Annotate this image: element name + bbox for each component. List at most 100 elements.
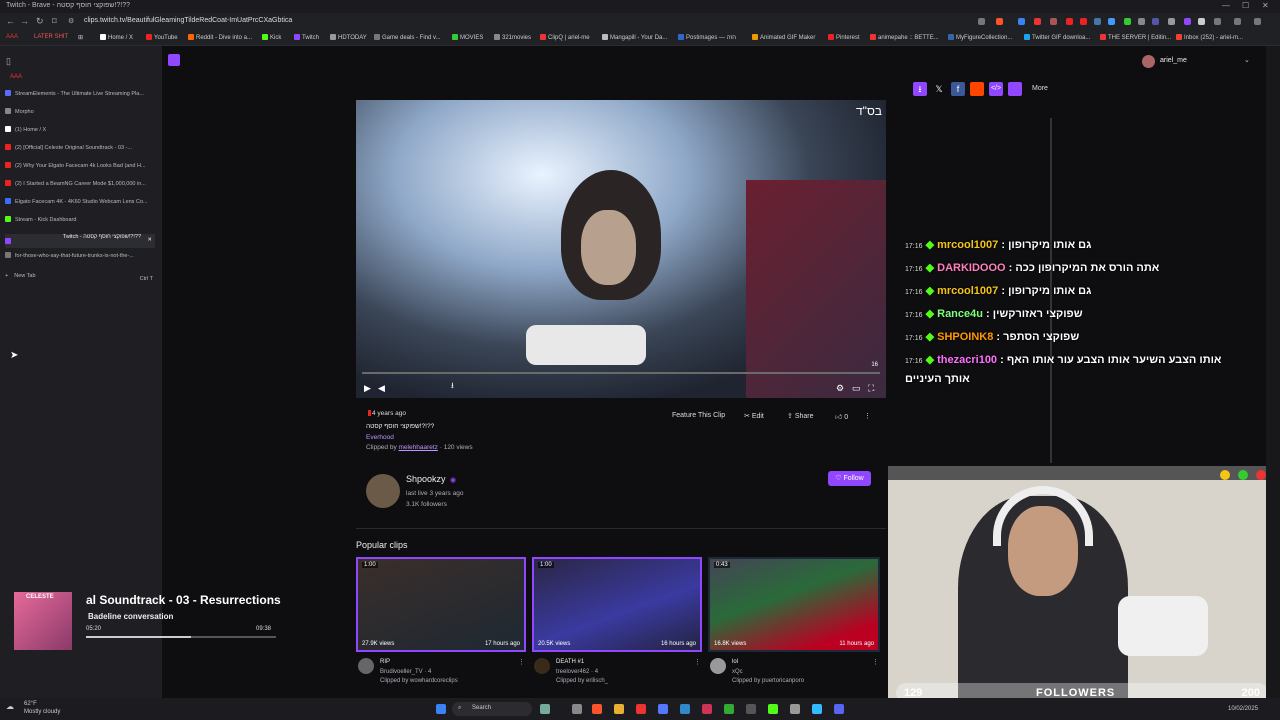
maximize-icon[interactable]: ☐ [1242, 1, 1249, 10]
tab-item[interactable]: (2) Why Your Elgato Facecam 4k Looks Bad… [5, 162, 155, 176]
bookmark-folder[interactable]: LATER SHIT [34, 34, 68, 40]
x-share-icon[interactable]: 𝕏 [932, 82, 946, 96]
extension-icon[interactable] [1066, 18, 1073, 25]
app-icon[interactable] [812, 704, 822, 714]
back-icon[interactable]: ← [6, 16, 15, 26]
file-explorer-icon[interactable] [614, 704, 624, 714]
tab-group-label[interactable]: AAA [10, 74, 22, 80]
more-options-icon[interactable]: ⋮ [518, 658, 525, 666]
embed-icon[interactable]: </> [989, 82, 1003, 96]
tab-item[interactable]: StreamElements - The Ultimate Live Strea… [5, 90, 155, 104]
extension-icon[interactable] [1018, 18, 1025, 25]
share-icon[interactable] [978, 18, 985, 25]
download-icon[interactable]: ⭳ [913, 82, 927, 96]
task-view-icon[interactable] [572, 704, 582, 714]
extension-icon[interactable] [1080, 18, 1087, 25]
close-icon[interactable]: ✕ [1262, 1, 1269, 10]
extension-icon[interactable] [1034, 18, 1041, 25]
app-icon[interactable] [746, 704, 756, 714]
sidebar-toggle-icon[interactable]: ▯ [6, 56, 11, 67]
tab-item-active[interactable]: Twitch - שפוקצי חוסף קסטה!?!?? ✕ [5, 234, 155, 248]
avatar[interactable] [534, 658, 550, 674]
bookmark-folder[interactable]: AAA [6, 34, 18, 40]
bookmark-link[interactable]: Home / X [108, 35, 133, 41]
tab-item[interactable]: (2) I Started a BeamNG Career Mode $1,00… [5, 180, 155, 194]
theater-icon[interactable]: ▭ [852, 383, 861, 394]
fullscreen-icon[interactable]: ⛶ [868, 383, 874, 394]
clip-title[interactable]: DEATH #1 [556, 659, 584, 665]
reddit-icon[interactable] [970, 82, 984, 96]
avatar[interactable] [710, 658, 726, 674]
app-icon[interactable] [724, 704, 734, 714]
clip-thumbnail[interactable]: 1:00 20.5K views 16 hours ago [532, 557, 702, 652]
brave-shields-icon[interactable] [996, 18, 1003, 25]
tab-item[interactable]: (1) Home / X [5, 126, 155, 140]
menu-icon[interactable] [1254, 18, 1261, 25]
volume-icon[interactable]: ◀ [378, 383, 385, 394]
avatar[interactable] [1142, 55, 1155, 68]
grid-icon[interactable]: ⊞ [78, 34, 83, 41]
bookmark-link[interactable]: Twitter GIF downloa... [1032, 35, 1090, 41]
tab-item[interactable]: Morpho [5, 108, 155, 122]
avatar[interactable] [358, 658, 374, 674]
search-box[interactable]: ⌕ Search [452, 702, 532, 716]
bookmark-link[interactable]: Animated GIF Maker [760, 35, 815, 41]
extension-icon[interactable] [1184, 18, 1191, 25]
user-name[interactable]: ariel_me [1160, 57, 1187, 64]
bookmark-link[interactable]: HDTODAY [338, 35, 367, 41]
widgets-icon[interactable] [540, 704, 550, 714]
clip-channel[interactable]: xQc [732, 669, 743, 675]
minimize-icon[interactable]: — [1222, 1, 1230, 10]
extension-icon[interactable] [1108, 18, 1115, 25]
discord-icon[interactable] [834, 704, 844, 714]
bookmark-link[interactable]: animepahe :: BETTE... [878, 35, 939, 41]
feature-clip-button[interactable]: Feature This Clip [672, 412, 725, 424]
category-link[interactable]: Everhood [366, 434, 394, 441]
bookmark-link[interactable]: Inbox (252) - ariel-m... [1184, 35, 1243, 41]
clip-thumbnail[interactable]: 0:43 16.8K views 11 hours ago [708, 557, 880, 652]
copy-link-icon[interactable] [1008, 82, 1022, 96]
app-icon[interactable] [658, 704, 668, 714]
close-tab-icon[interactable]: ✕ [147, 237, 152, 243]
like-button[interactable]: 👍︎ 0 [835, 412, 848, 424]
brave-icon[interactable] [592, 704, 602, 714]
edit-button[interactable]: ✂ Edit [744, 412, 764, 424]
wallet-icon[interactable] [1234, 18, 1241, 25]
bookmark-link[interactable]: Mangapill - Your Da... [610, 35, 667, 41]
more-options-icon[interactable]: ⋮ [872, 658, 879, 666]
new-tab-button[interactable]: + New Tab Ctrl T [5, 273, 155, 287]
bookmark-link[interactable]: MOVIES [460, 35, 483, 41]
video-player[interactable]: בס"ד 16 ▶ ◀ ⭳ ⚙ ▭ ⛶ [356, 100, 886, 398]
extension-icon[interactable] [1124, 18, 1131, 25]
app-icon[interactable] [680, 704, 690, 714]
bookmark-link[interactable]: Twitch [302, 35, 319, 41]
extension-icon[interactable] [1152, 18, 1159, 25]
settings-icon[interactable]: ⚙ [836, 383, 844, 394]
download-icon[interactable]: ⭳ [451, 380, 454, 394]
clip-title[interactable]: RIP [380, 659, 390, 665]
windows-start-icon[interactable] [436, 704, 446, 714]
tab-item[interactable]: Stream - Kick Dashboard [5, 216, 155, 230]
bookmark-link[interactable]: Kick [270, 35, 281, 41]
url-field[interactable]: clips.twitch.tv/BeautifulGleamingTildeRe… [84, 17, 292, 24]
twitch-logo-icon[interactable] [168, 54, 180, 66]
bookmark-link[interactable]: Postimages — הזה [686, 35, 736, 41]
app-icon[interactable] [702, 704, 712, 714]
avatar[interactable] [366, 474, 400, 508]
more-options-icon[interactable]: ⋮ [694, 658, 701, 666]
bookmark-page-icon[interactable]: ⌑ [52, 16, 57, 27]
extension-icon[interactable] [1198, 18, 1205, 25]
extension-icon[interactable] [1138, 18, 1145, 25]
bookmark-link[interactable]: YouTube [154, 35, 178, 41]
channel-name[interactable]: Shpookzy [406, 474, 446, 484]
clip-thumbnail[interactable]: 1:00 27.9K views 17 hours ago [356, 557, 526, 652]
clip-channel[interactable]: treelover462 [556, 669, 589, 675]
bookmark-link[interactable]: ClipQ | ariel-me [548, 35, 590, 41]
bookmark-link[interactable]: Game deals - Find v... [382, 35, 441, 41]
extension-icon[interactable] [1168, 18, 1175, 25]
tab-item[interactable]: for-those-who-say-that-future-trunks-is-… [5, 252, 155, 266]
more-button[interactable]: More [1032, 85, 1048, 92]
app-icon[interactable] [636, 704, 646, 714]
share-button[interactable]: ⇪ Share [787, 412, 814, 424]
bookmark-link[interactable]: Reddit - Dive into a... [196, 35, 252, 41]
